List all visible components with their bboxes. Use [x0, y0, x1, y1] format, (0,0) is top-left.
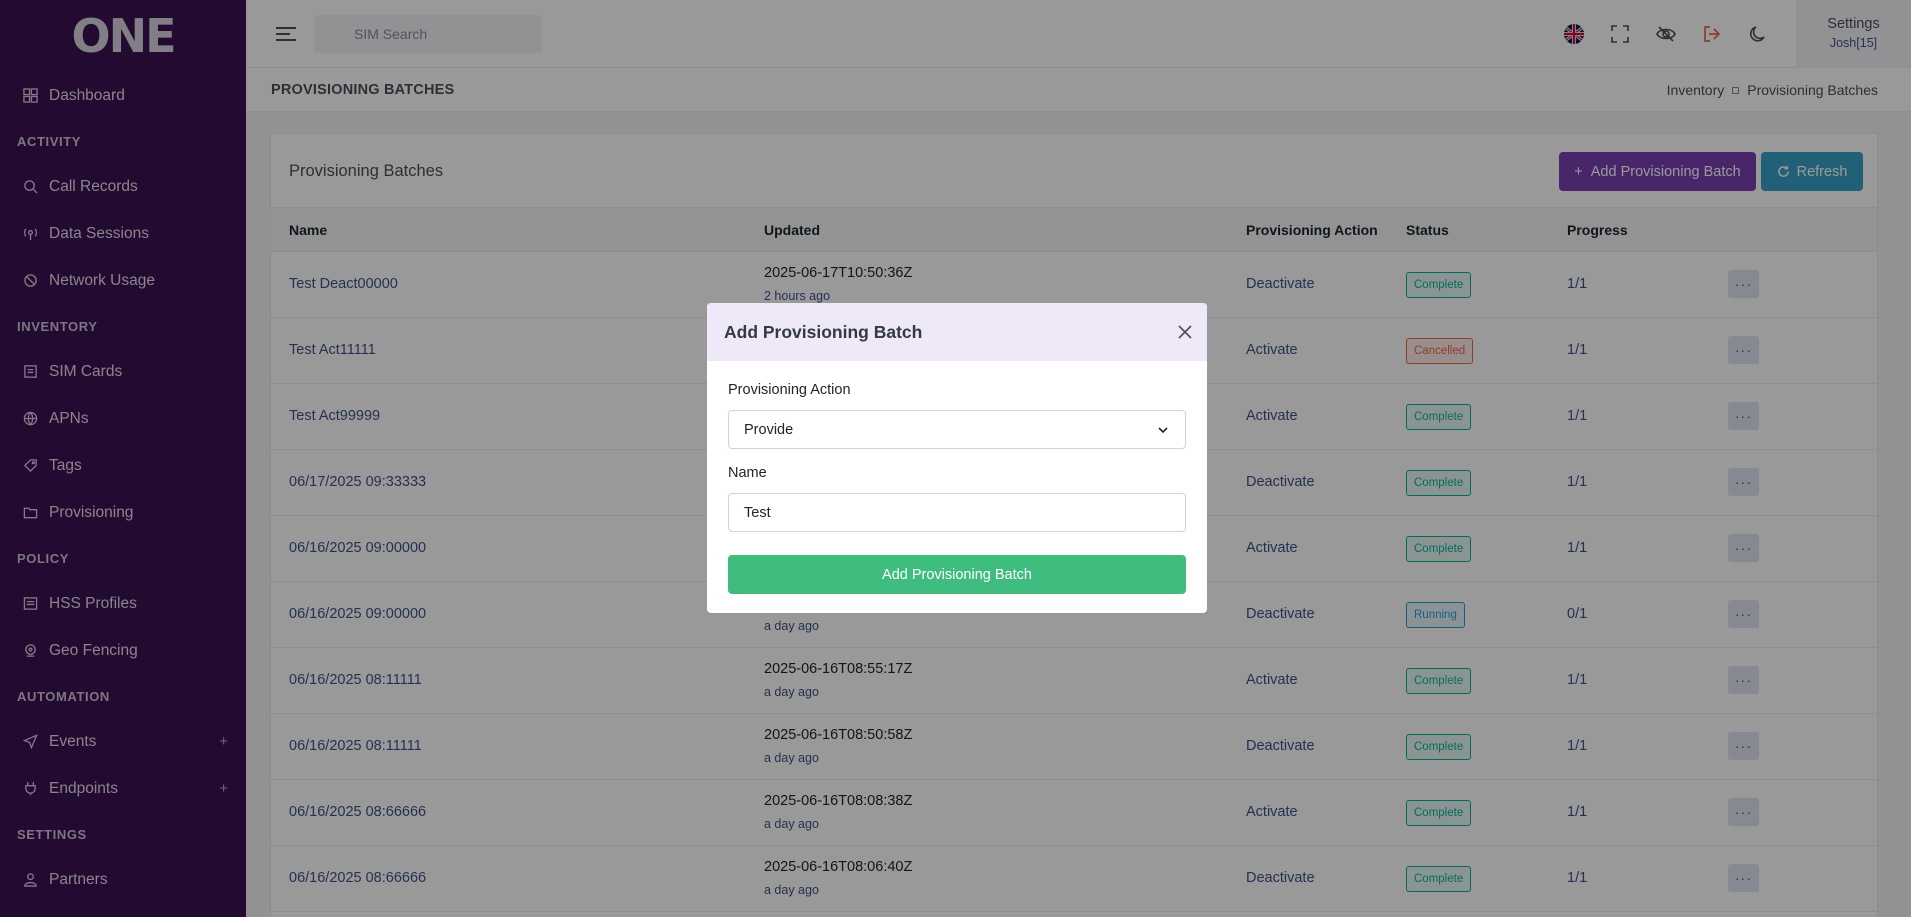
name-label: Name [728, 465, 767, 481]
chevron-down-icon [1158, 427, 1168, 434]
submit-label: Add Provisioning Batch [882, 566, 1032, 583]
name-input[interactable]: Test [728, 493, 1186, 532]
close-icon[interactable] [1177, 324, 1193, 340]
provisioning-action-label: Provisioning Action [728, 382, 851, 398]
add-provisioning-batch-modal: Add Provisioning Batch Provisioning Acti… [707, 303, 1207, 613]
submit-add-provisioning-batch-button[interactable]: Add Provisioning Batch [728, 555, 1186, 594]
provisioning-action-value: Provide [744, 421, 794, 438]
modal-title: Add Provisioning Batch [724, 322, 923, 342]
provisioning-action-select[interactable]: Provide [728, 410, 1186, 449]
modal-header: Add Provisioning Batch [707, 303, 1207, 361]
name-input-value: Test [744, 504, 771, 521]
